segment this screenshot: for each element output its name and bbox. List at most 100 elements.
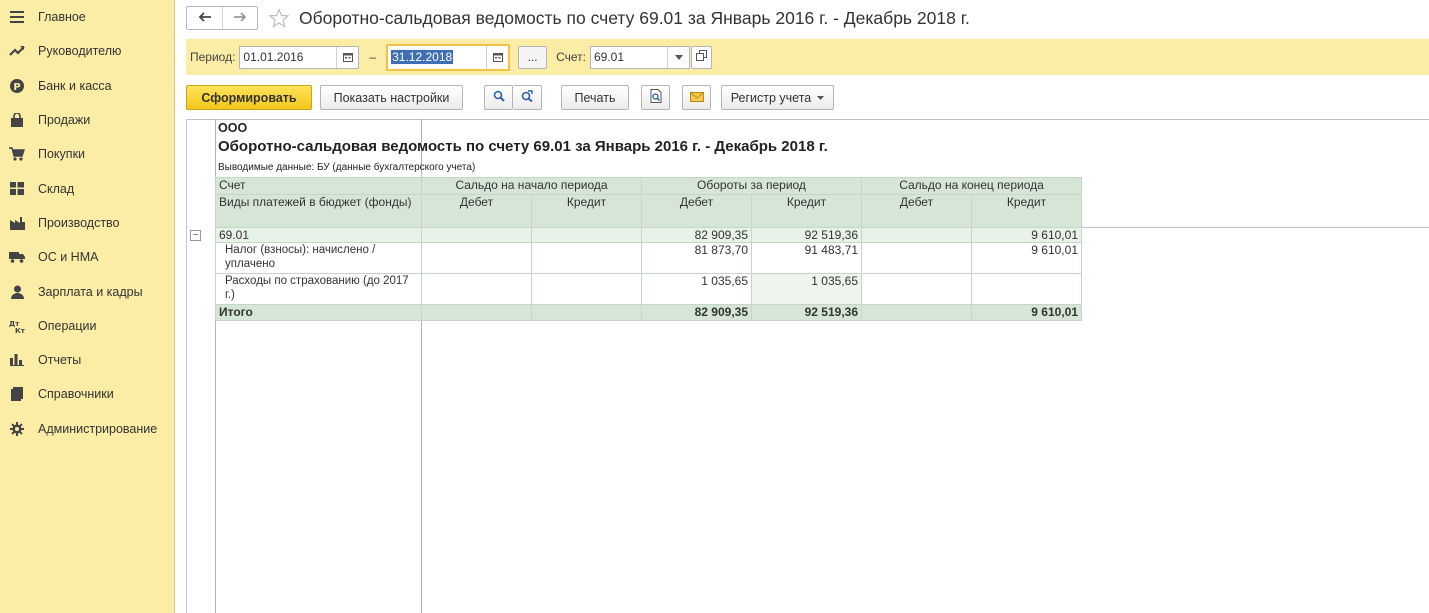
sidebar-item-operations[interactable]: Дт Кт Операции [0,309,174,343]
cell-value [531,273,642,305]
dt-kt-icon: Дт Кт [9,318,25,334]
forward-button[interactable] [222,7,257,29]
registry-dropdown-button[interactable]: Регистр учета [721,85,834,110]
search-clear-button[interactable] [513,85,542,110]
sidebar-item-label: Продажи [38,113,91,128]
sidebar-item-label: Производство [38,215,120,230]
arrow-right-icon [233,11,247,25]
sidebar-item-label: Отчеты [38,353,82,368]
truck-icon [9,249,25,265]
report-area[interactable]: ООО Оборотно-сальдовая ведомость по счет… [186,119,1429,613]
cell-value [861,242,972,274]
date-to-value: 31.12.2018 [391,50,454,64]
header-debit: Дебет [861,194,972,228]
cell-value: 82 909,35 [641,227,752,243]
calendar-icon[interactable] [486,45,508,69]
cart-icon [9,146,25,162]
arrow-left-icon [198,11,212,25]
cell-value: 1 035,65 [751,273,862,305]
chevron-down-icon [817,95,825,100]
header-debit: Дебет [421,194,532,228]
preview-button[interactable] [641,85,670,110]
sidebar-item-assets[interactable]: ОС и НМА [0,240,174,274]
sidebar-item-purchases[interactable]: Покупки [0,137,174,171]
date-to-field[interactable]: 31.12.2018 [386,43,511,71]
sidebar-item-label: Склад [38,181,75,196]
date-to-wrapper: 31.12.2018 [388,50,486,64]
header-credit: Кредит [971,194,1082,228]
sidebar-item-label: Администрирование [38,421,158,436]
open-window-icon [696,50,707,64]
sidebar-item-bank[interactable]: P Банк и касса [0,69,174,103]
back-button[interactable] [187,7,222,29]
cell-value [531,304,642,321]
header: Оборотно-сальдовая ведомость по счету 69… [186,5,970,31]
header-turnover: Обороты за период [641,177,862,195]
open-account-button[interactable] [691,45,712,69]
date-from-field[interactable]: 01.01.2016 [239,45,360,69]
search-icon [493,90,505,105]
report-org: ООО [218,121,248,135]
sidebar: Главное Руководителю P Банк и касса Прод… [0,0,175,613]
preview-icon [650,89,662,106]
sidebar-item-reports[interactable]: Отчеты [0,343,174,377]
total-row[interactable]: Итого 82 909,35 92 519,36 9 610,01 [215,304,1082,321]
calendar-icon[interactable] [336,46,358,68]
header-closing-balance: Сальдо на конец периода [861,177,1082,195]
generate-button[interactable]: Сформировать [186,85,312,110]
table-row[interactable]: Налог (взносы): начислено / уплачено 81 … [215,242,1082,274]
table-row[interactable]: 69.01 82 909,35 92 519,36 9 610,01 [215,227,1082,243]
cell-value [861,227,972,243]
search-group [484,85,542,110]
cell-subconto: Расходы по страхованию (до 2017 г.) [215,273,422,305]
sidebar-item-sales[interactable]: Продажи [0,103,174,137]
cell-value: 92 519,36 [751,304,862,321]
favorite-star-icon[interactable] [268,7,290,29]
envelope-icon [689,91,704,105]
header-debit: Дебет [641,194,752,228]
svg-text:P: P [13,82,20,93]
search-button[interactable] [484,85,513,110]
account-field[interactable]: 69.01 [590,45,690,69]
header-credit: Кредит [531,194,642,228]
cell-subconto: Налог (взносы): начислено / уплачено [215,242,422,274]
sidebar-item-label: Банк и касса [38,78,112,93]
trend-icon [9,43,25,59]
report-top-border [186,119,1429,120]
sidebar-item-production[interactable]: Производство [0,206,174,240]
cell-value: 9 610,01 [971,227,1082,243]
sidebar-item-director[interactable]: Руководителю [0,34,174,68]
factory-icon [9,215,25,231]
chevron-down-icon[interactable] [667,46,689,68]
table-row[interactable]: Расходы по страхованию (до 2017 г.) 1 03… [215,273,1082,305]
sidebar-item-directories[interactable]: Справочники [0,377,174,411]
cell-value [531,242,642,274]
show-settings-button[interactable]: Показать настройки [320,85,463,110]
account-label: Счет: [556,50,586,64]
sidebar-item-admin[interactable]: Администрирование [0,412,174,446]
report-left-border [186,119,187,613]
params-bar: Период: 01.01.2016 – 31.12.2018 ... Счет… [186,39,1429,75]
sidebar-item-warehouse[interactable]: Склад [0,171,174,205]
search-refresh-icon [521,90,533,105]
sidebar-item-label: Операции [38,318,97,333]
bar-chart-icon [9,352,25,368]
cell-value: 82 909,35 [641,304,752,321]
collapse-group-icon[interactable]: − [190,230,201,241]
cell-value: 1 035,65 [641,273,752,305]
header-subconto: Виды платежей в бюджет (фонды) [215,194,422,228]
sidebar-item-salary[interactable]: Зарплата и кадры [0,274,174,308]
cell-value [861,304,972,321]
print-button[interactable]: Печать [561,85,629,110]
sidebar-item-main[interactable]: Главное [0,0,174,34]
period-select-button[interactable]: ... [518,45,548,69]
cell-value: 92 519,36 [751,227,862,243]
cell-value: 9 610,01 [971,242,1082,274]
sidebar-item-label: ОС и НМА [38,250,99,265]
gear-icon [9,421,25,437]
cell-value: 9 610,01 [971,304,1082,321]
cell-value [421,242,532,274]
email-button[interactable] [682,85,711,110]
account-value: 69.01 [594,50,625,64]
warehouse-icon [9,181,25,197]
